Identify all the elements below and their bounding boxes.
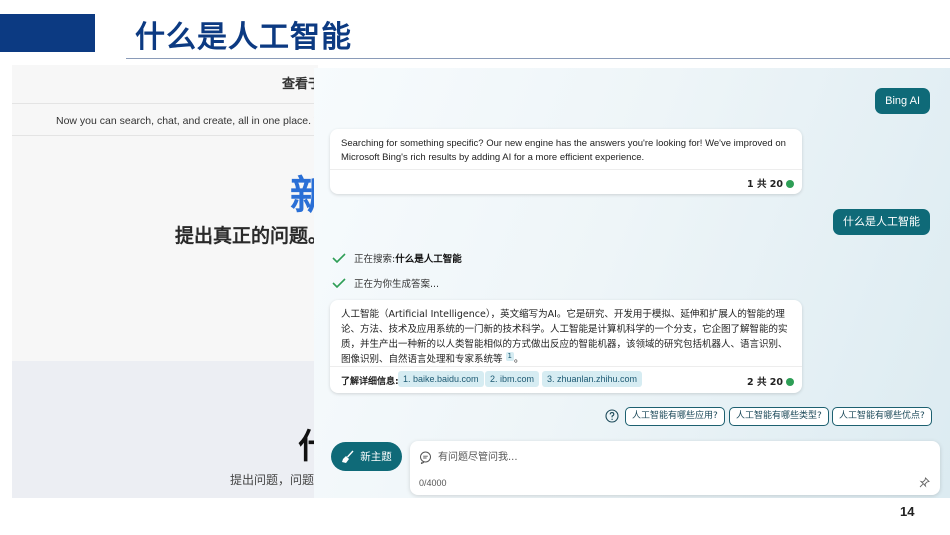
question-circle-icon: [605, 409, 619, 423]
answer-counter-text: 2 共 20: [747, 377, 783, 388]
status-dot: [786, 378, 794, 386]
header-divider: [126, 58, 950, 59]
bg-divider: [12, 103, 318, 104]
citation-footnote[interactable]: 1: [505, 352, 515, 361]
bing-chat-panel: Bing AI Searching for something specific…: [314, 68, 950, 498]
title-accent-bar: [0, 14, 95, 52]
source-link-zhihu[interactable]: 3. zhuanlan.zhihu.com: [542, 371, 643, 387]
status-searching-term: 什么是人工智能: [395, 254, 462, 265]
page-number: 14: [900, 504, 915, 519]
chat-input[interactable]: [438, 448, 908, 466]
source-link-ibm[interactable]: 2. ibm.com: [485, 371, 540, 387]
chat-bubble-icon: [420, 451, 431, 464]
chat-input-box[interactable]: 0/4000: [410, 441, 940, 495]
background-webpage: 查看于 Now you can search, chat, and create…: [12, 65, 318, 498]
check-icon: [332, 253, 346, 263]
reply-counter: 1 共 20: [747, 176, 794, 190]
new-topic-label: 新主题: [360, 451, 392, 463]
bot-reply-card: Searching for something specific? Our ne…: [330, 129, 802, 194]
status-generating: 正在为你生成答案...: [332, 276, 439, 290]
bot-reply-text: Searching for something specific? Our ne…: [341, 138, 786, 163]
answer-counter: 2 共 20: [747, 374, 794, 388]
slide-title: 什么是人工智能: [135, 20, 352, 55]
card-divider: [330, 169, 802, 170]
new-topic-button[interactable]: 新主题: [331, 442, 402, 471]
reply-counter-text: 1 共 20: [747, 179, 783, 190]
check-icon: [332, 278, 346, 288]
suggestion-chip-advantages[interactable]: 人工智能有哪些优点?: [832, 407, 932, 426]
answer-end-mark: 。: [514, 354, 524, 365]
answer-body: 人工智能（Artificial Intelligence），英文缩写为AI。它是…: [341, 309, 788, 365]
suggestion-chip-types[interactable]: 人工智能有哪些类型?: [729, 407, 829, 426]
bg-lower-section: 什 提出问题，问题: [12, 361, 318, 498]
pin-icon[interactable]: [919, 477, 930, 488]
bg-divider: [12, 135, 318, 136]
learn-more-label: 了解详细信息:: [341, 377, 399, 387]
bg-caption: 提出问题，问题: [230, 473, 315, 487]
card-divider: [330, 366, 802, 367]
broom-icon: [342, 450, 354, 463]
bot-answer-text: 人工智能（Artificial Intelligence），英文缩写为AI。它是…: [341, 307, 795, 367]
status-searching-prefix: 正在搜索:: [354, 254, 396, 265]
status-generating-text: 正在为你生成答案...: [354, 279, 440, 290]
source-link-baidu[interactable]: 1. baike.baidu.com: [398, 371, 484, 387]
status-dot: [786, 180, 794, 188]
bot-answer-card: 人工智能（Artificial Intelligence），英文缩写为AI。它是…: [330, 300, 802, 393]
user-message-bing-ai: Bing AI: [875, 88, 930, 114]
bg-subtitle: Now you can search, chat, and create, al…: [56, 115, 318, 127]
user-message-question: 什么是人工智能: [833, 209, 930, 235]
status-searching: 正在搜索: 什么是人工智能: [332, 251, 462, 265]
bg-top-label: 查看于: [282, 77, 318, 92]
suggestion-chip-applications[interactable]: 人工智能有哪些应用?: [625, 407, 725, 426]
bg-heading: 提出真正的问题。: [175, 225, 318, 247]
char-counter: 0/4000: [419, 478, 447, 488]
